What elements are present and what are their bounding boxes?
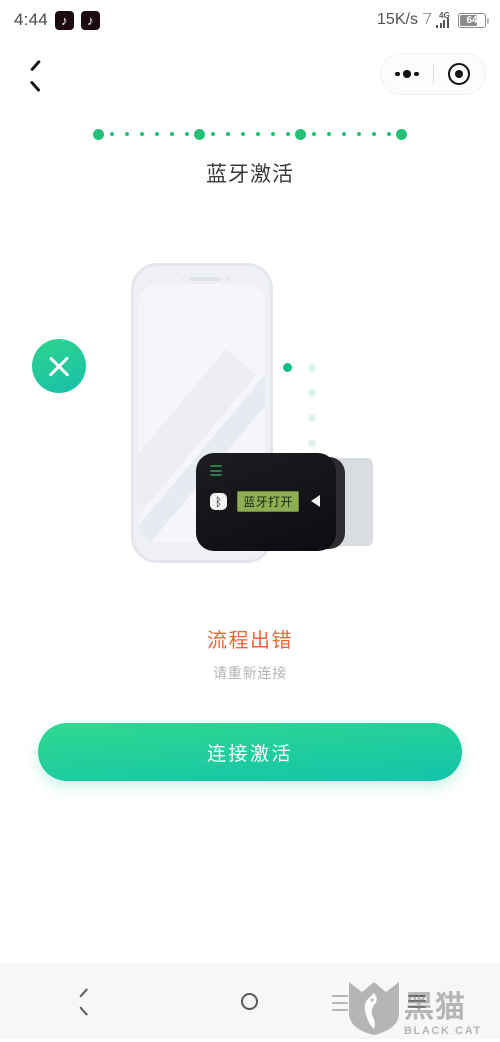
page-title: 蓝牙激活 <box>206 163 294 186</box>
signal-strength-icon: 4G <box>436 11 453 28</box>
black-cat-watermark: 黑猫 BLACK CAT <box>332 975 496 1038</box>
phone-side-button <box>131 318 133 334</box>
signal-bars <box>436 17 449 28</box>
error-cross-icon <box>32 339 86 393</box>
signal-dot <box>308 414 316 422</box>
cross-mark <box>46 353 72 379</box>
phone-volume-down-button <box>131 378 133 404</box>
status-bar: 4:44 15K/s ᜪ 4G 64 <box>0 0 500 40</box>
error-subtitle: 请重新连接 <box>213 665 287 681</box>
watermark-text: 黑猫 BLACK CAT <box>404 991 482 1038</box>
more-options-icon <box>395 70 419 78</box>
earpiece-grille <box>188 277 221 281</box>
connect-activate-button[interactable]: 连接激活 <box>38 723 462 781</box>
triangle-left-icon <box>311 495 320 507</box>
target-circle-icon <box>448 63 471 85</box>
step-connector-2 <box>205 132 295 136</box>
step-connector-1 <box>104 132 194 136</box>
bluetooth-icon: ᜪ <box>422 11 431 28</box>
phone-volume-up-button <box>131 346 133 372</box>
signal-dot <box>308 389 316 397</box>
signal-dot-active <box>283 363 292 372</box>
tiktok-icon <box>80 10 100 30</box>
step-dot-4 <box>396 128 407 140</box>
nav-home-icon <box>241 992 259 1010</box>
shield-cat-svg <box>349 982 399 1035</box>
battery-icon: 64 <box>458 12 489 28</box>
front-camera-icon <box>225 277 229 281</box>
mini-program-navbar <box>0 40 500 108</box>
connect-activate-label: 连接激活 <box>206 743 293 765</box>
error-title: 流程出错 <box>207 630 293 652</box>
battery-level-label: 64 <box>466 14 478 26</box>
close-mini-program-button[interactable] <box>434 54 486 94</box>
black-cat-shield-logo <box>346 979 402 1037</box>
chevron-left-icon <box>29 64 42 86</box>
back-button[interactable] <box>14 54 56 96</box>
mini-program-capsule <box>380 53 486 95</box>
more-options-button[interactable] <box>381 54 433 94</box>
tiktok-icon <box>54 10 74 30</box>
status-bar-left: 4:44 <box>14 10 100 30</box>
step-progress-indicator <box>0 126 500 142</box>
device-vent-lines <box>210 465 222 476</box>
watermark-en-label: BLACK CAT <box>404 1025 482 1037</box>
proximity-sensor-icon <box>181 277 184 281</box>
nav-back-icon <box>78 992 89 1011</box>
activation-illustration: ᛒ 蓝牙打开 <box>0 245 500 575</box>
status-bar-clock: 4:44 <box>14 10 48 29</box>
device-lcd-text: 蓝牙打开 <box>243 495 293 509</box>
status-bar-right: 15K/s ᜪ 4G 64 <box>377 11 489 29</box>
step-dot-1 <box>93 128 104 140</box>
phone-earpiece-area <box>134 274 270 284</box>
signal-dot <box>308 364 316 372</box>
step-dot-3 <box>295 128 306 140</box>
step-connector-3 <box>306 132 396 136</box>
step-dot-2 <box>194 128 205 140</box>
watermark-cn-label: 黑猫 <box>404 991 466 1024</box>
bluetooth-icon: ᛒ <box>210 493 227 510</box>
system-home-button[interactable] <box>210 963 290 1039</box>
bluetooth-dongle-illustration: ᛒ 蓝牙打开 <box>196 453 336 551</box>
signal-dot <box>308 439 316 447</box>
network-speed-label: 15K/s <box>377 11 418 28</box>
phone-power-button <box>271 348 273 382</box>
device-lcd-screen: 蓝牙打开 <box>237 491 299 512</box>
system-back-button[interactable] <box>43 963 123 1039</box>
